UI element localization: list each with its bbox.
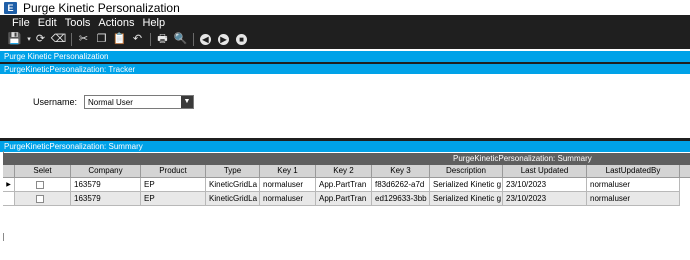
select-cell[interactable] bbox=[15, 178, 71, 192]
back-icon: ◀ bbox=[200, 34, 211, 45]
row-selector-header bbox=[3, 165, 15, 178]
key2-cell[interactable]: App.PartTran bbox=[316, 178, 372, 192]
select-checkbox[interactable] bbox=[36, 181, 44, 189]
column-header-key1[interactable]: Key 1 bbox=[260, 165, 316, 178]
grid-caption: PurgeKineticPersonalization: Summary bbox=[3, 153, 690, 165]
save-icon[interactable]: 💾 bbox=[8, 33, 22, 46]
last-updated-by-cell[interactable]: normaluser bbox=[587, 178, 680, 192]
forward-icon: ▶ bbox=[218, 34, 229, 45]
company-cell[interactable]: 163579 bbox=[71, 192, 141, 206]
title-bar: E Purge Kinetic Personalization bbox=[0, 0, 690, 15]
menu-help[interactable]: Help bbox=[142, 17, 165, 29]
paste-icon[interactable]: 📋 bbox=[113, 33, 127, 46]
key3-cell[interactable]: f83d6262-a7d bbox=[372, 178, 430, 192]
menu-tools[interactable]: Tools bbox=[65, 17, 91, 29]
undo-icon[interactable]: ↶ bbox=[131, 33, 144, 46]
column-header-filler bbox=[680, 165, 690, 178]
last-updated-cell[interactable]: 23/10/2023 bbox=[503, 192, 587, 206]
print-preview-icon[interactable]: 🔍 bbox=[174, 33, 188, 46]
toolbar: 💾 ▾ ⟳ ⌫ ✂ ❐ 📋 ↶ 🖶 🔍 ◀ ▶ ■ bbox=[0, 30, 690, 49]
select-checkbox[interactable] bbox=[36, 195, 44, 203]
key1-cell[interactable]: normaluser bbox=[260, 178, 316, 192]
column-header-company[interactable]: Company bbox=[71, 165, 141, 178]
summary-grid: PurgeKineticPersonalization: Summary Sel… bbox=[3, 153, 690, 233]
username-label: Username: bbox=[33, 97, 78, 107]
column-header-last-updated-by[interactable]: LastUpdatedBy bbox=[587, 165, 680, 178]
dropdown-arrow-icon[interactable]: ▾ bbox=[26, 33, 32, 46]
menu-bar: File Edit Tools Actions Help bbox=[0, 15, 690, 30]
grid-caption-text: PurgeKineticPersonalization: Summary bbox=[453, 154, 592, 163]
app-window: E Purge Kinetic Personalization File Edi… bbox=[0, 0, 690, 260]
menu-edit[interactable]: Edit bbox=[38, 17, 57, 29]
menu-file[interactable]: File bbox=[12, 17, 30, 29]
current-row-indicator[interactable]: ▶ bbox=[3, 178, 15, 192]
column-header-description[interactable]: Description bbox=[430, 165, 503, 178]
stop-icon: ■ bbox=[236, 34, 247, 45]
summary-panel-header: PurgeKineticPersonalization: Summary bbox=[0, 141, 690, 152]
row-selector[interactable] bbox=[3, 192, 15, 206]
column-header-key2[interactable]: Key 2 bbox=[316, 165, 372, 178]
key3-cell[interactable]: ed129633-3bb bbox=[372, 192, 430, 206]
type-cell[interactable]: KineticGridLa bbox=[206, 192, 260, 206]
row-filler bbox=[680, 192, 690, 206]
company-cell[interactable]: 163579 bbox=[71, 178, 141, 192]
column-header-selet[interactable]: Selet bbox=[15, 165, 71, 178]
column-header-product[interactable]: Product bbox=[141, 165, 206, 178]
key1-cell[interactable]: normaluser bbox=[260, 192, 316, 206]
select-cell[interactable] bbox=[15, 192, 71, 206]
stop-button[interactable]: ■ bbox=[235, 33, 248, 46]
toolbar-separator bbox=[150, 33, 151, 46]
forward-button[interactable]: ▶ bbox=[217, 33, 230, 46]
username-combo[interactable]: Normal User ▼ bbox=[84, 95, 194, 109]
column-header-last-updated[interactable]: Last Updated bbox=[503, 165, 587, 178]
app-logo-icon: E bbox=[4, 1, 17, 14]
row-filler bbox=[680, 178, 690, 192]
key2-cell[interactable]: App.PartTran bbox=[316, 192, 372, 206]
menu-actions[interactable]: Actions bbox=[98, 17, 134, 29]
clear-icon[interactable]: ⌫ bbox=[51, 33, 67, 46]
username-value: Normal User bbox=[88, 98, 133, 107]
toolbar-separator bbox=[71, 33, 72, 46]
last-updated-cell[interactable]: 23/10/2023 bbox=[503, 178, 587, 192]
window-title: Purge Kinetic Personalization bbox=[23, 0, 180, 15]
product-cell[interactable]: EP bbox=[141, 178, 206, 192]
column-header-type[interactable]: Type bbox=[206, 165, 260, 178]
product-cell[interactable]: EP bbox=[141, 192, 206, 206]
cut-icon[interactable]: ✂ bbox=[77, 33, 90, 46]
refresh-icon[interactable]: ⟳ bbox=[34, 33, 47, 46]
last-updated-by-cell[interactable]: normaluser bbox=[587, 192, 680, 206]
print-icon[interactable]: 🖶 bbox=[156, 33, 169, 46]
description-cell[interactable]: Serialized Kinetic g bbox=[430, 178, 503, 192]
column-header-key3[interactable]: Key 3 bbox=[372, 165, 430, 178]
copy-icon[interactable]: ❐ bbox=[95, 33, 108, 46]
description-cell[interactable]: Serialized Kinetic g bbox=[430, 192, 503, 206]
toolbar-separator bbox=[193, 33, 194, 46]
tracker-panel: Username: Normal User ▼ bbox=[0, 74, 690, 138]
chevron-down-icon[interactable]: ▼ bbox=[181, 96, 193, 108]
back-button[interactable]: ◀ bbox=[199, 33, 212, 46]
main-panel-header: Purge Kinetic Personalization bbox=[0, 51, 690, 62]
type-cell[interactable]: KineticGridLa bbox=[206, 178, 260, 192]
